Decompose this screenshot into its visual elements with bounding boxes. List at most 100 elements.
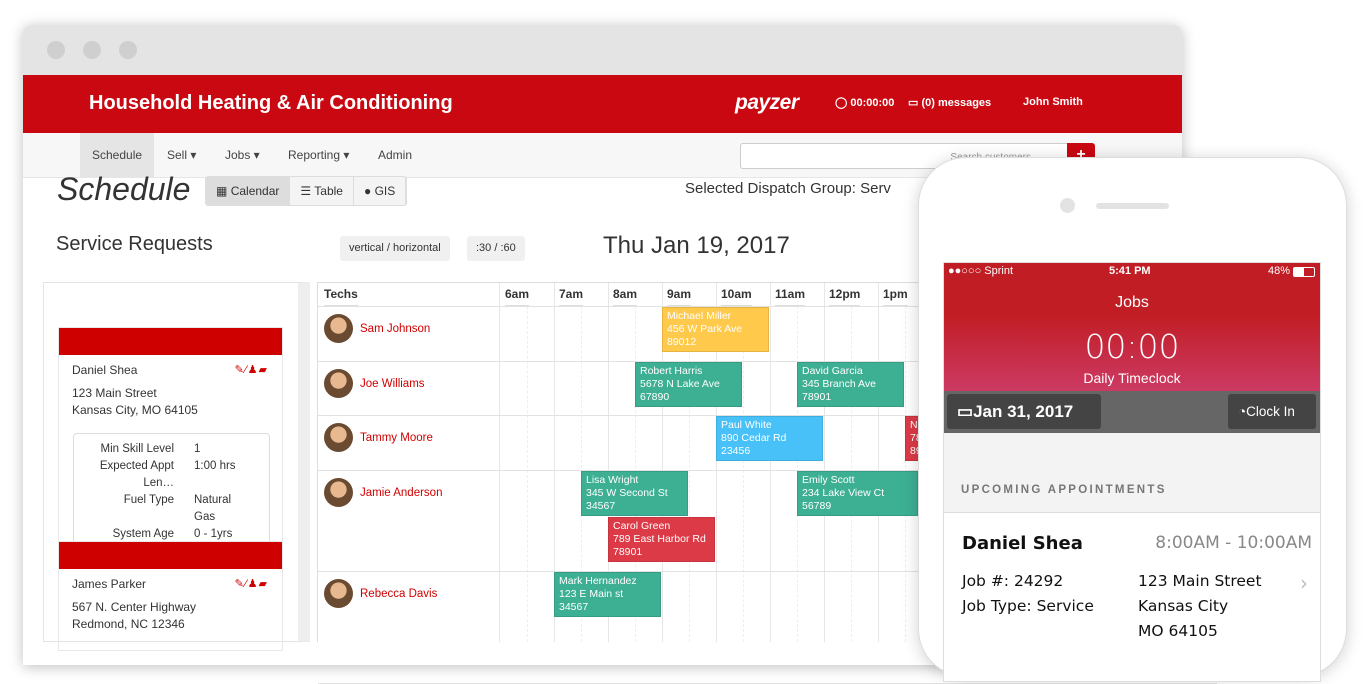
minimize-dot[interactable] bbox=[83, 41, 101, 59]
appointment-zip: 78901 bbox=[802, 391, 832, 403]
hour-label: 12pm bbox=[829, 283, 861, 306]
gis-view-button[interactable]: ● GIS bbox=[353, 177, 407, 205]
table-view-button[interactable]: ☰ Table bbox=[290, 177, 354, 205]
hour-label: 1pm bbox=[883, 283, 908, 306]
timer[interactable]: ◯ 00:00:00 bbox=[835, 96, 894, 109]
timeclock-value: 00:00 bbox=[1084, 327, 1180, 366]
appointment-name: Michael Miller bbox=[667, 310, 732, 322]
appointment-name: Paul White bbox=[721, 419, 772, 431]
action-icons[interactable]: ✎⁄♟▰ bbox=[235, 363, 268, 376]
tech-row-label[interactable]: Tammy Moore bbox=[324, 423, 433, 452]
interval-toggle[interactable]: :30 / :60 bbox=[467, 236, 525, 261]
request-details: Min Skill Level 1 Expected Appt Len… 1:00 … bbox=[73, 433, 270, 551]
address-line: Kansas City bbox=[1138, 597, 1229, 615]
view-toggle: ▦ Calendar ☰ Table ● GIS bbox=[205, 176, 408, 206]
date-value: Jan 31, 2017 bbox=[973, 401, 1074, 421]
mobile-header: ●●○○○ Sprint 5:41 PM 48% Jobs 00:00 Dail… bbox=[944, 263, 1320, 391]
card-header-bar bbox=[59, 542, 282, 569]
mobile-title: Jobs bbox=[1115, 294, 1149, 311]
appointment-block[interactable]: Carol Green 789 East Harbor Rd 78901 bbox=[608, 517, 715, 562]
nav-admin[interactable]: Admin bbox=[366, 133, 424, 177]
clock-icon: ◔ bbox=[1238, 404, 1247, 419]
label: Calendar bbox=[230, 184, 280, 198]
appointment-block[interactable]: Michael Miller 456 W Park Ave 89012 bbox=[662, 307, 769, 352]
dispatch-group[interactable]: Selected Dispatch Group: Serv bbox=[685, 180, 891, 197]
date-picker[interactable]: ▭ Jan 31, 2017 bbox=[947, 394, 1101, 429]
mobile-screen: ●●○○○ Sprint 5:41 PM 48% Jobs 00:00 Dail… bbox=[943, 262, 1321, 682]
list-icon: ☰ bbox=[300, 184, 312, 198]
avatar bbox=[324, 369, 353, 398]
date-bar: ▭ Jan 31, 2017 ◔ Clock In bbox=[944, 391, 1320, 433]
appointment-block[interactable]: Paul White 890 Cedar Rd 23456 bbox=[716, 416, 823, 461]
appointment-addr: 5678 N Lake Ave bbox=[640, 378, 720, 390]
clock-icon: ◯ bbox=[835, 97, 851, 109]
nav-reporting[interactable]: Reporting ▾ bbox=[276, 133, 361, 177]
detail-value: 1:00 hrs bbox=[194, 460, 236, 472]
avatar bbox=[324, 478, 353, 507]
appointment-zip: 23456 bbox=[721, 445, 751, 457]
hour-label: 11am bbox=[775, 283, 806, 306]
tech-row-label[interactable]: Jamie Anderson bbox=[324, 478, 442, 507]
action-icons[interactable]: ✎⁄♟▰ bbox=[235, 577, 268, 590]
half-hour-line bbox=[527, 306, 528, 642]
request-address: 567 N. Center Highway Redmond, NC 12346 bbox=[72, 599, 196, 633]
appointment-name: Lisa Wright bbox=[586, 474, 639, 486]
appointment-item[interactable]: Daniel Shea 8:00AM - 10:00AM Job #: 2429… bbox=[944, 512, 1320, 681]
maximize-dot[interactable] bbox=[119, 41, 137, 59]
detail-value: Natural Gas bbox=[194, 494, 232, 523]
appointment-block[interactable]: Lisa Wright 345 W Second St 34567 bbox=[581, 471, 688, 516]
tech-name: Tammy Moore bbox=[360, 431, 433, 444]
timer-value: 00:00:00 bbox=[850, 97, 895, 109]
address-line: 567 N. Center Highway bbox=[72, 600, 197, 614]
appt-job: Job #: 24292 Job Type: Service bbox=[962, 569, 1094, 619]
timeclock-label: Daily Timeclock bbox=[1083, 370, 1181, 386]
user-menu[interactable]: John Smith bbox=[1023, 96, 1083, 108]
hour-line bbox=[878, 283, 879, 642]
appointment-block[interactable]: Robert Harris 5678 N Lake Ave 67890 bbox=[635, 362, 742, 407]
detail-key: Fuel Type bbox=[123, 494, 174, 506]
appointment-zip: 89012 bbox=[667, 336, 697, 348]
appointment-name: David Garcia bbox=[802, 365, 863, 377]
upcoming-heading: UPCOMING APPOINTMENTS bbox=[961, 484, 1167, 496]
inbox-icon: ▭ bbox=[908, 97, 922, 109]
tech-row-label[interactable]: Sam Johnson bbox=[324, 314, 430, 343]
address-line: 123 Main Street bbox=[1138, 572, 1262, 590]
hour-label: 10am bbox=[721, 283, 752, 306]
appointment-name: Robert Harris bbox=[640, 365, 703, 377]
tech-row-label[interactable]: Rebecca Davis bbox=[324, 579, 437, 608]
clock-in-button[interactable]: ◔ Clock In bbox=[1228, 394, 1316, 429]
mobile-phone: ●●○○○ Sprint 5:41 PM 48% Jobs 00:00 Dail… bbox=[918, 157, 1347, 682]
messages-link[interactable]: ▭ (0) messages bbox=[908, 96, 991, 109]
appt-time: 8:00AM - 10:00AM bbox=[1155, 533, 1312, 553]
nav-jobs[interactable]: Jobs ▾ bbox=[213, 133, 272, 177]
appointment-zip: 56789 bbox=[802, 500, 832, 512]
appointment-zip: 34567 bbox=[559, 601, 589, 613]
appointment-block[interactable]: Emily Scott 234 Lake View Ct 56789 bbox=[797, 471, 918, 516]
address-line: Kansas City, MO 64105 bbox=[72, 403, 198, 417]
hour-label: 9am bbox=[667, 283, 692, 306]
hour-label: 7am bbox=[559, 283, 584, 306]
appointment-addr: 123 E Main st bbox=[559, 588, 624, 600]
appointment-addr: 789 East Harbor Rd bbox=[613, 533, 706, 545]
avatar bbox=[324, 314, 353, 343]
request-card[interactable]: Daniel Shea ✎⁄♟▰ 123 Main Street Kansas C… bbox=[58, 327, 283, 551]
calendar-icon: ▭ bbox=[957, 401, 974, 421]
appt-address: 123 Main Street Kansas City MO 64105 bbox=[1138, 569, 1262, 644]
tech-row-label[interactable]: Joe Williams bbox=[324, 369, 425, 398]
appointment-zip: 67890 bbox=[640, 391, 670, 403]
hour-line bbox=[770, 283, 771, 642]
appointment-addr: 345 W Second St bbox=[586, 487, 668, 499]
request-name: James Parker bbox=[72, 577, 147, 591]
hour-line bbox=[824, 283, 825, 642]
battery-percent: 48% bbox=[1267, 265, 1290, 277]
request-card[interactable]: James Parker ✎⁄♟▰ 567 N. Center Highway R… bbox=[58, 541, 283, 651]
appointment-block[interactable]: Mark Hernandez 123 E Main st 34567 bbox=[554, 572, 661, 617]
calendar-view-button[interactable]: ▦ Calendar bbox=[206, 177, 291, 205]
job-type: Job Type: Service bbox=[962, 597, 1094, 615]
detail-key: Expected Appt Len… bbox=[99, 460, 174, 489]
appointment-block[interactable]: David Garcia 345 Branch Ave 78901 bbox=[797, 362, 904, 407]
close-dot[interactable] bbox=[47, 41, 65, 59]
techs-divider bbox=[499, 283, 500, 642]
orientation-toggle[interactable]: vertical / horizontal bbox=[340, 236, 450, 261]
card-header-bar bbox=[59, 328, 282, 355]
